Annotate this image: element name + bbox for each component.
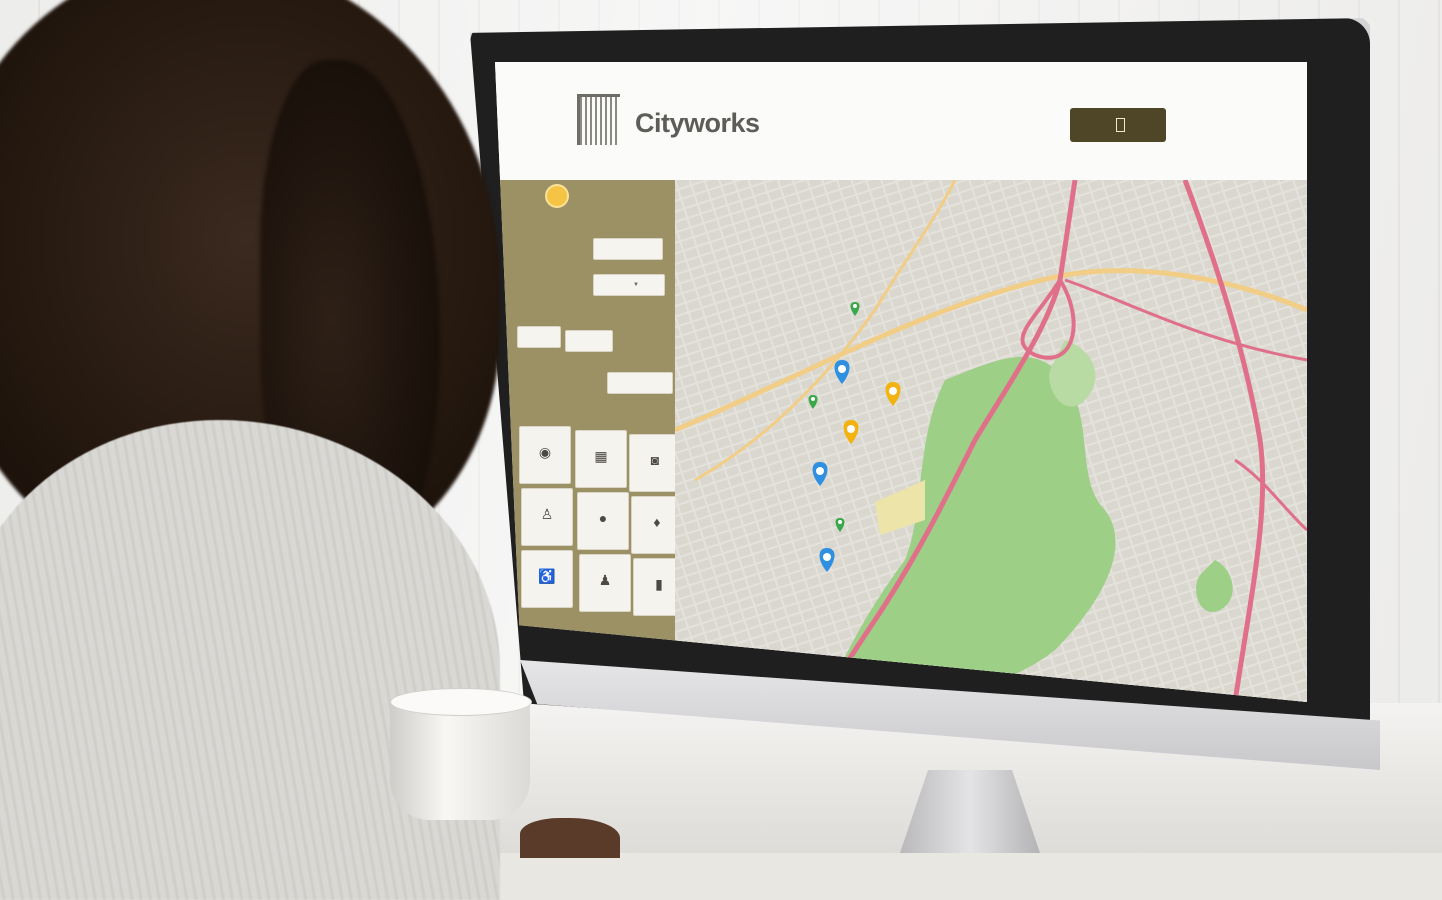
monitor-screen: Cityworks ▼ ◉ ▦ ◙ ♙ ● ♦ ♿ ♟ ▮ — [495, 62, 1307, 702]
pin-dot — [838, 520, 842, 524]
logo-icon — [577, 94, 620, 145]
gauge-icon: ◉ — [538, 444, 552, 460]
category-tile[interactable]: ♿ — [521, 550, 573, 608]
field-1-button[interactable] — [593, 238, 663, 260]
category-tile[interactable]: ♟ — [579, 554, 631, 612]
coffee-mug — [390, 688, 532, 820]
filter-sidebar: ▼ ◉ ▦ ◙ ♙ ● ♦ ♿ ♟ ▮ — [495, 180, 685, 702]
person-hand — [520, 818, 620, 858]
worker-icon: ♟ — [598, 572, 612, 588]
field-2-select[interactable]: ▼ — [593, 274, 665, 296]
marker-dot — [823, 553, 831, 561]
map-canvas[interactable] — [675, 180, 1307, 702]
chevron-down-icon: ▼ — [633, 282, 639, 288]
category-tile[interactable]: ▦ — [575, 430, 627, 488]
document-icon — [1115, 118, 1125, 132]
wheelchair-icon: ♿ — [538, 568, 556, 584]
category-tile[interactable]: ◙ — [629, 434, 681, 492]
mug-rim — [390, 688, 532, 716]
marker-dot — [816, 467, 824, 475]
pin-icon: ♦ — [653, 514, 661, 530]
pin-dot — [853, 304, 857, 308]
marker-dot — [838, 365, 846, 373]
marker-dot — [847, 425, 855, 433]
field-3-button-b[interactable] — [565, 330, 613, 352]
category-tile[interactable]: ◉ — [519, 426, 571, 484]
field-3-button-a[interactable] — [517, 326, 561, 348]
category-tile[interactable]: ♙ — [521, 488, 573, 546]
document-icon: ▮ — [655, 576, 663, 592]
map-view[interactable] — [675, 180, 1307, 702]
camera-icon: ◙ — [650, 452, 660, 468]
building-icon: ▦ — [594, 448, 608, 464]
pin-dot — [811, 397, 815, 401]
brand-title: Cityworks — [635, 108, 760, 138]
nav-cta-button[interactable] — [1070, 108, 1166, 142]
marker-dot — [889, 387, 897, 395]
app-window: Cityworks ▼ ◉ ▦ ◙ ♙ ● ♦ ♿ ♟ ▮ — [495, 62, 1307, 702]
category-tile[interactable]: ● — [577, 492, 629, 550]
drop-icon: ● — [598, 510, 608, 526]
person-icon: ♙ — [540, 506, 554, 522]
field-4-button[interactable] — [607, 372, 673, 394]
app-header: Cityworks — [495, 62, 1307, 180]
location-toggle[interactable] — [547, 186, 567, 206]
